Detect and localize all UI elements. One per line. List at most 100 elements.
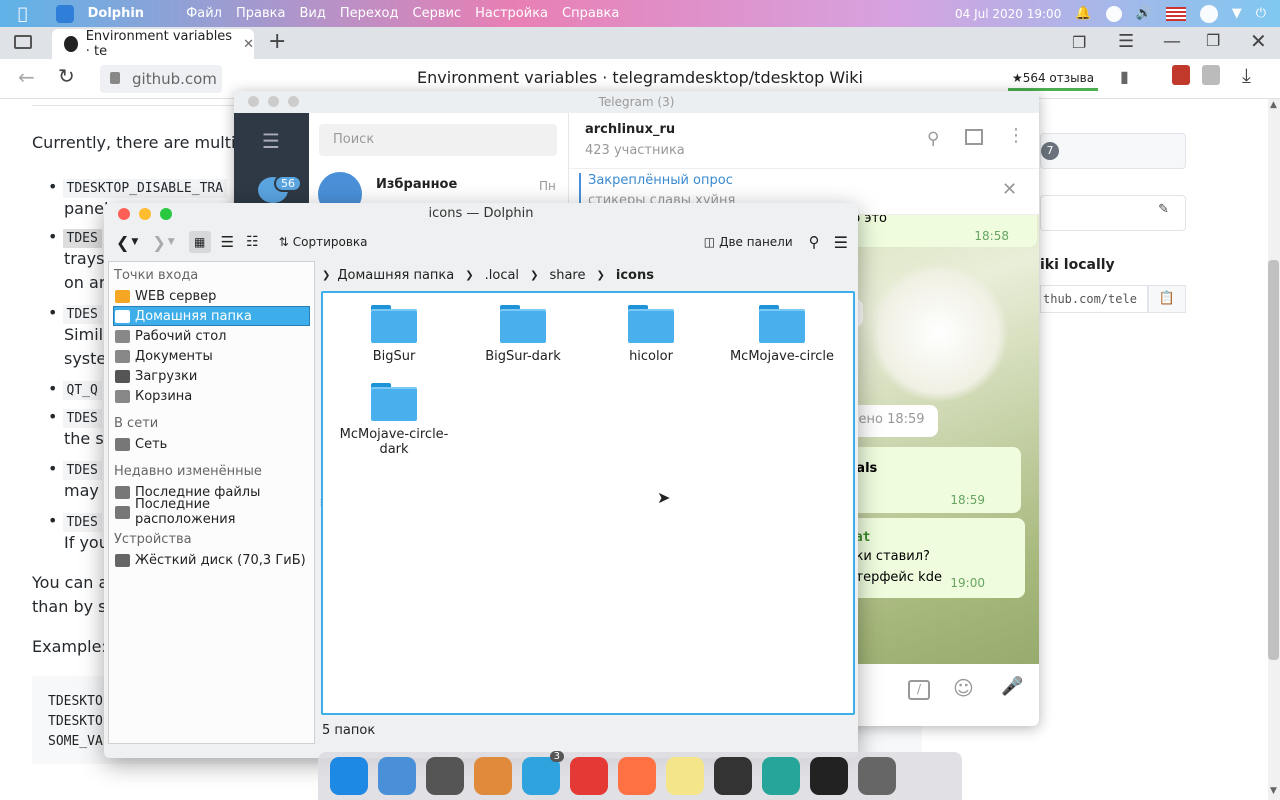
firefox-icon[interactable]	[618, 757, 656, 795]
split-view-button[interactable]: Две панели	[719, 235, 793, 249]
close-tab-icon[interactable]: ✕	[243, 37, 254, 52]
telegram-icon[interactable]: 3	[522, 751, 564, 795]
forward-icon[interactable]: ❯	[152, 233, 165, 252]
folder-item[interactable]: hicolor	[596, 305, 706, 364]
maximize-button[interactable]	[160, 208, 172, 220]
close-window-icon[interactable]: ✕	[1250, 29, 1267, 53]
places-item[interactable]: Документы	[109, 346, 314, 366]
command-icon[interactable]: /	[908, 680, 930, 700]
wifi-icon[interactable]	[1199, 4, 1218, 23]
places-item[interactable]: Домашняя папка	[113, 306, 310, 326]
telegram-tray-icon[interactable]	[1105, 5, 1122, 22]
browser-tab[interactable]: Environment variables · te ✕	[52, 29, 254, 59]
preview-icon[interactable]	[474, 757, 512, 795]
details-view-icon[interactable]: ☰	[221, 233, 234, 251]
close-button[interactable]	[118, 208, 130, 220]
menu-icon[interactable]: ☰	[1118, 31, 1134, 52]
places-item[interactable]: Последние расположения	[109, 497, 314, 527]
menu-item[interactable]: Переход	[340, 6, 399, 21]
chat-title[interactable]: archlinux_ru	[585, 122, 675, 137]
settings-icon[interactable]	[858, 757, 896, 795]
notification-icon[interactable]: 🔔	[1075, 6, 1091, 21]
clipboard-icon[interactable]: 📋	[1148, 285, 1186, 313]
menu-item[interactable]: Настройка	[475, 6, 548, 21]
url-field[interactable]: github.com	[100, 65, 222, 93]
minimize-button[interactable]	[139, 208, 151, 220]
activity-icon[interactable]	[762, 757, 800, 795]
collections-icon[interactable]: ❐	[1072, 33, 1086, 52]
page-scrollbar-thumb[interactable]	[1268, 260, 1279, 660]
close-pin-icon[interactable]: ✕	[1002, 179, 1017, 200]
message-bubble[interactable]: bals 18:59	[839, 447, 1021, 513]
maximize-icon[interactable]: ❐	[1206, 31, 1220, 50]
reload-icon[interactable]: ↻	[58, 64, 75, 88]
apple-icon[interactable]: 	[18, 4, 28, 23]
places-item[interactable]: Сеть	[109, 434, 314, 454]
microphone-icon[interactable]: 🎤	[1001, 676, 1023, 697]
places-item[interactable]: Загрузки	[109, 366, 314, 386]
volume-icon[interactable]: 🔊	[1136, 6, 1152, 21]
pencil-icon[interactable]: ✎	[1158, 202, 1169, 217]
power-icon[interactable]: ⏻	[1256, 6, 1266, 21]
reviews-badge[interactable]: ★564 отзыва	[1008, 67, 1098, 91]
icons-view-icon[interactable]: ▦	[188, 231, 211, 253]
sort-button[interactable]: Сортировка	[293, 235, 368, 249]
back-icon[interactable]: ❮	[116, 233, 129, 252]
music-icon[interactable]	[426, 757, 464, 795]
clone-url-input[interactable]: thub.com/tele	[1040, 285, 1148, 313]
menu-item[interactable]: Вид	[299, 6, 325, 21]
places-item[interactable]: Корзина	[109, 386, 314, 406]
extension-icon[interactable]	[1202, 65, 1220, 85]
places-item[interactable]: WEB сервер	[109, 286, 314, 306]
menu-app-name[interactable]: Dolphin	[88, 6, 144, 21]
extension-shield-icon[interactable]	[1172, 65, 1190, 85]
yandex-icon[interactable]	[570, 757, 608, 795]
menu-item[interactable]: Сервис	[413, 6, 462, 21]
chevron-down-icon[interactable]: ▼	[131, 237, 138, 247]
file-view[interactable]: BigSur BigSur-dark hicolor McMojave-circle M…	[321, 291, 855, 715]
folder-item[interactable]: BigSur-dark	[468, 305, 578, 364]
compact-view-icon[interactable]: ☷	[246, 234, 259, 250]
menu-item[interactable]: Справка	[562, 6, 619, 21]
minimize-icon[interactable]: —	[1163, 31, 1181, 52]
breadcrumb-item[interactable]: icons	[616, 268, 654, 283]
telegram-search-input[interactable]: Поиск	[319, 124, 557, 156]
new-tab-icon[interactable]: +	[268, 29, 286, 54]
folder-item[interactable]: McMojave-circle	[727, 305, 837, 364]
back-icon[interactable]: ←	[18, 65, 35, 89]
chevron-down-icon[interactable]: ▼	[1232, 6, 1242, 21]
flag-icon[interactable]	[1165, 6, 1186, 21]
chat-item-name[interactable]: Избранное	[376, 177, 457, 192]
terminal-icon[interactable]	[810, 757, 848, 795]
sidebar-panel-icon[interactable]	[965, 129, 983, 145]
message-bubble[interactable]: Hat нки ставил? нтерфейс kde 19:00	[839, 518, 1025, 598]
bookmark-icon[interactable]: ▮	[1120, 67, 1129, 86]
folder-item[interactable]: McMojave-circle-dark	[339, 383, 449, 457]
sublime-icon[interactable]	[714, 757, 752, 795]
breadcrumb-item[interactable]: Домашняя папка	[337, 268, 454, 283]
places-item[interactable]: Жёсткий диск (70,3 ГиБ)	[109, 550, 314, 570]
sidebar-toggle-icon[interactable]	[14, 35, 32, 49]
scroll-up-icon[interactable]: ▲	[1270, 100, 1277, 110]
download-icon[interactable]: ⤓	[1242, 63, 1251, 87]
menu-icon[interactable]: ☰	[834, 233, 848, 252]
more-icon[interactable]: ⋮	[1007, 125, 1025, 146]
hamburger-icon[interactable]: ☰	[262, 129, 280, 153]
pages-filter[interactable]: 7	[1040, 133, 1186, 169]
folder-item[interactable]: BigSur	[339, 305, 449, 364]
datetime[interactable]: 04 Jul 2020 19:00	[955, 7, 1061, 21]
places-item[interactable]: Рабочий стол	[109, 326, 314, 346]
emoji-icon[interactable]: ☺	[953, 676, 974, 700]
breadcrumb-item[interactable]: share	[549, 268, 585, 283]
menu-item[interactable]: Правка	[236, 6, 285, 21]
tg-close-button[interactable]	[248, 96, 259, 107]
split-view-icon[interactable]: ◫	[704, 235, 715, 249]
breadcrumb-item[interactable]: .local	[485, 268, 519, 283]
edit-box[interactable]: ✎	[1040, 195, 1186, 231]
finder-icon[interactable]	[378, 757, 416, 795]
search-icon[interactable]: ⚲	[927, 129, 939, 149]
tg-maximize-button[interactable]	[288, 96, 299, 107]
tg-minimize-button[interactable]	[268, 96, 279, 107]
appstore-icon[interactable]	[330, 757, 368, 795]
menu-item[interactable]: Файл	[186, 6, 222, 21]
